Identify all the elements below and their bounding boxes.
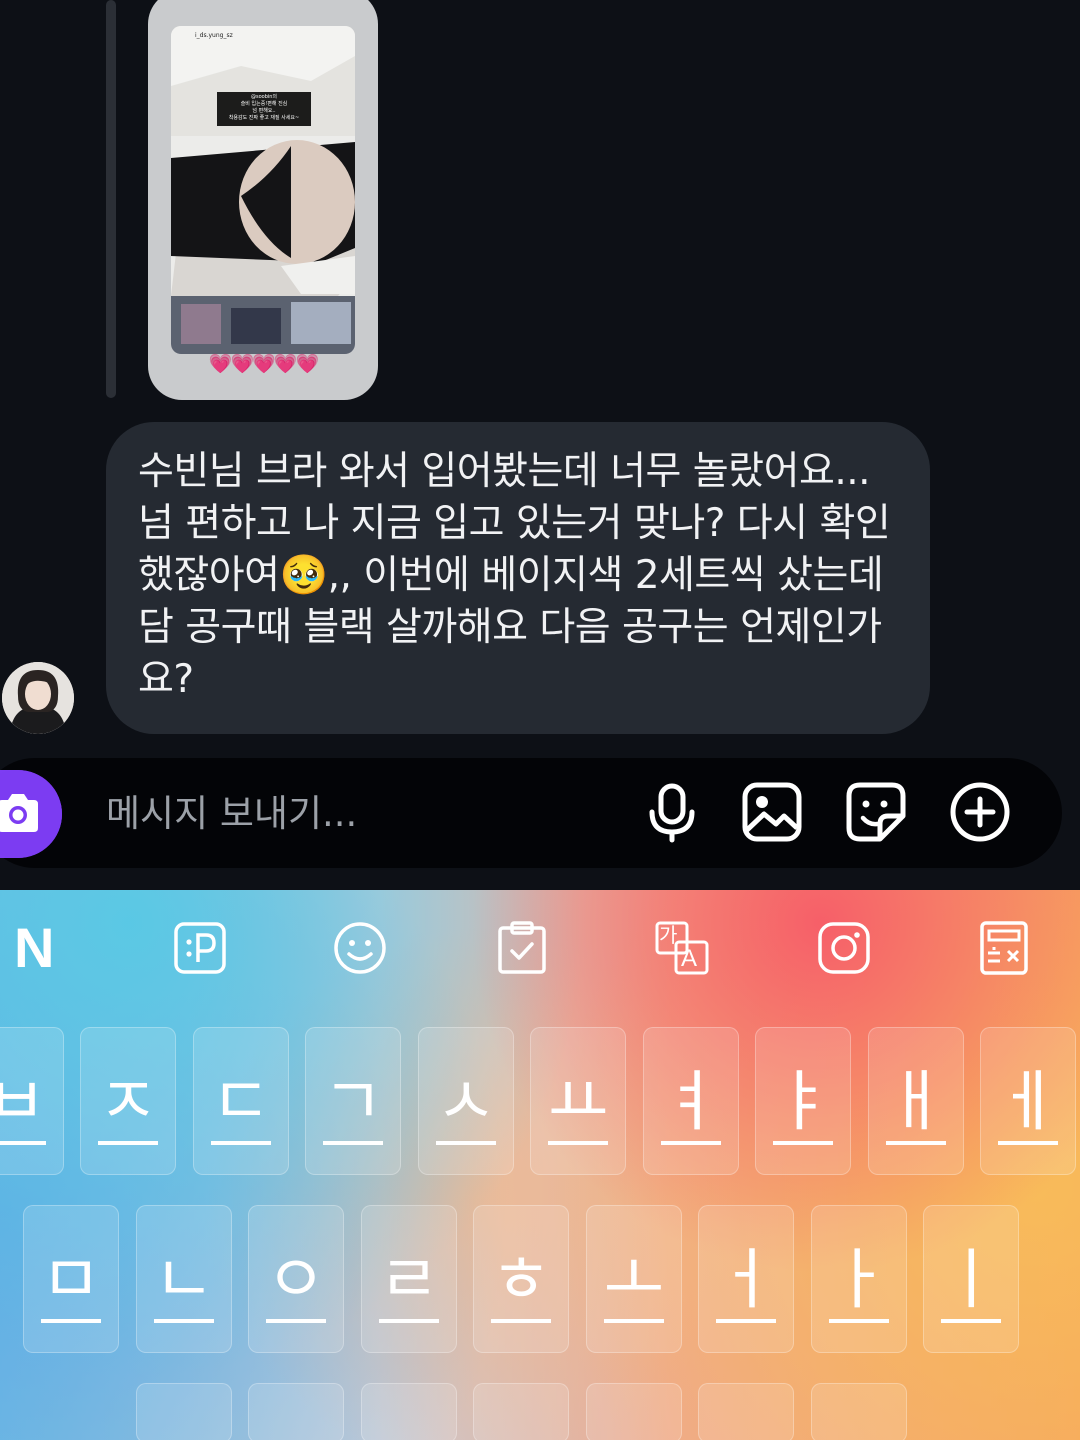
key-ae[interactable]: ㅐ (868, 1027, 964, 1175)
key-row3-6[interactable] (698, 1383, 794, 1440)
caption-line: @soobin의 (250, 94, 278, 100)
translate-label-ko: 가 (659, 923, 678, 947)
calculator-icon[interactable] (976, 920, 1032, 976)
key-yeo[interactable]: ㅕ (643, 1027, 739, 1175)
clipboard-icon[interactable] (494, 920, 550, 976)
key-label: ㅎ (490, 1247, 552, 1323)
caption-line: 슬비 입는중!편해 진심 (240, 101, 288, 107)
key-label: ㅇ (265, 1247, 327, 1323)
key-hieut[interactable]: ㅎ (473, 1205, 569, 1353)
keyboard-toolbar: N 가 A (0, 890, 1080, 1008)
key-bieup[interactable]: ㅂ (0, 1027, 64, 1175)
message-text: 수빈님 브라 와서 입어봤는데 너무 놀랐어요... 넘 편하고 나 지금 입고… (138, 449, 891, 702)
key-label: ㅛ (547, 1069, 609, 1145)
key-jieut[interactable]: ㅈ (80, 1027, 176, 1175)
sticker-icon[interactable] (844, 780, 908, 844)
shared-post-username: i_ds.yung_sz (195, 32, 233, 39)
key-row3-5[interactable] (586, 1383, 682, 1440)
key-label: ㅣ (940, 1247, 1002, 1323)
message-input[interactable] (106, 786, 536, 840)
key-rieul[interactable]: ㄹ (361, 1205, 457, 1353)
key-label: ㅏ (828, 1247, 890, 1323)
key-i[interactable]: ㅣ (923, 1205, 1019, 1353)
key-row3-1[interactable] (136, 1383, 232, 1440)
keyboard: N 가 A ㅂ ㅈ ㄷ ㄱ ㅅ ㅛ ㅕ ㅑ ㅐ ㅔ ㅁ ㄴ ㅇ ㄹ ㅎ ㅗ ㅓ … (0, 890, 1080, 1440)
key-row3-7[interactable] (811, 1383, 907, 1440)
key-label: ㅈ (97, 1069, 159, 1145)
post-photo (171, 26, 355, 354)
key-label: ㅁ (40, 1247, 102, 1323)
naver-logo[interactable]: N (14, 918, 54, 978)
key-label: ㅂ (0, 1069, 47, 1145)
sender-avatar[interactable] (2, 662, 74, 734)
message-bubble[interactable]: 수빈님 브라 와서 입어봤는데 너무 놀랐어요... 넘 편하고 나 지금 입고… (106, 422, 930, 734)
key-label: ㄷ (210, 1069, 272, 1145)
key-label: ㅐ (885, 1069, 947, 1145)
key-digeut[interactable]: ㄷ (193, 1027, 289, 1175)
reply-thread-line (106, 0, 116, 398)
emoticon-p-icon[interactable] (172, 920, 228, 976)
key-o[interactable]: ㅗ (586, 1205, 682, 1353)
key-ya[interactable]: ㅑ (755, 1027, 851, 1175)
key-nieun[interactable]: ㄴ (136, 1205, 232, 1353)
reaction-hearts: 💗💗💗💗💗 (208, 353, 319, 375)
key-label: ㅗ (603, 1247, 665, 1323)
key-label: ㅅ (435, 1069, 497, 1145)
key-row3-2[interactable] (248, 1383, 344, 1440)
key-label: ㄴ (153, 1247, 215, 1323)
image-icon[interactable] (740, 780, 804, 844)
microphone-icon[interactable] (640, 780, 704, 844)
caption-line: 넘 편해요.. (252, 108, 276, 114)
key-label: ㅕ (660, 1069, 722, 1145)
shared-post-card[interactable]: i_ds.yung_sz @soobin의 슬비 입는중!편해 진심 넘 편해요… (148, 0, 378, 400)
avatar-photo (2, 662, 74, 734)
shared-post-caption: @soobin의 슬비 입는중!편해 진심 넘 편해요.. 착용감도 진짜 좋고… (217, 92, 311, 126)
shared-post-thumbnail[interactable]: i_ds.yung_sz @soobin의 슬비 입는중!편해 진심 넘 편해요… (171, 26, 355, 354)
caption-line: 착용감도 진짜 좋고 재질 사세요~ (228, 115, 300, 121)
chat-thread: i_ds.yung_sz @soobin의 슬비 입는중!편해 진심 넘 편해요… (0, 0, 1080, 890)
key-label: ㅔ (997, 1069, 1059, 1145)
camera-icon (0, 794, 38, 832)
key-mieum[interactable]: ㅁ (23, 1205, 119, 1353)
key-row3-3[interactable] (361, 1383, 457, 1440)
key-a[interactable]: ㅏ (811, 1205, 907, 1353)
key-eo[interactable]: ㅓ (698, 1205, 794, 1353)
message-composer (0, 758, 1062, 868)
key-yo[interactable]: ㅛ (530, 1027, 626, 1175)
smiley-icon[interactable] (332, 920, 388, 976)
key-giyeok[interactable]: ㄱ (305, 1027, 401, 1175)
translate-label-en: A (681, 945, 698, 972)
key-label: ㅓ (715, 1247, 777, 1323)
key-row3-4[interactable] (473, 1383, 569, 1440)
plus-circle-icon[interactable] (948, 780, 1012, 844)
key-label: ㅑ (772, 1069, 834, 1145)
key-label: ㄹ (378, 1247, 440, 1323)
key-e[interactable]: ㅔ (980, 1027, 1076, 1175)
translate-icon[interactable]: 가 A (654, 920, 710, 976)
key-siot[interactable]: ㅅ (418, 1027, 514, 1175)
camera-button[interactable] (0, 770, 62, 858)
instagram-icon[interactable] (816, 920, 872, 976)
key-ieung[interactable]: ㅇ (248, 1205, 344, 1353)
key-label: ㄱ (322, 1069, 384, 1145)
